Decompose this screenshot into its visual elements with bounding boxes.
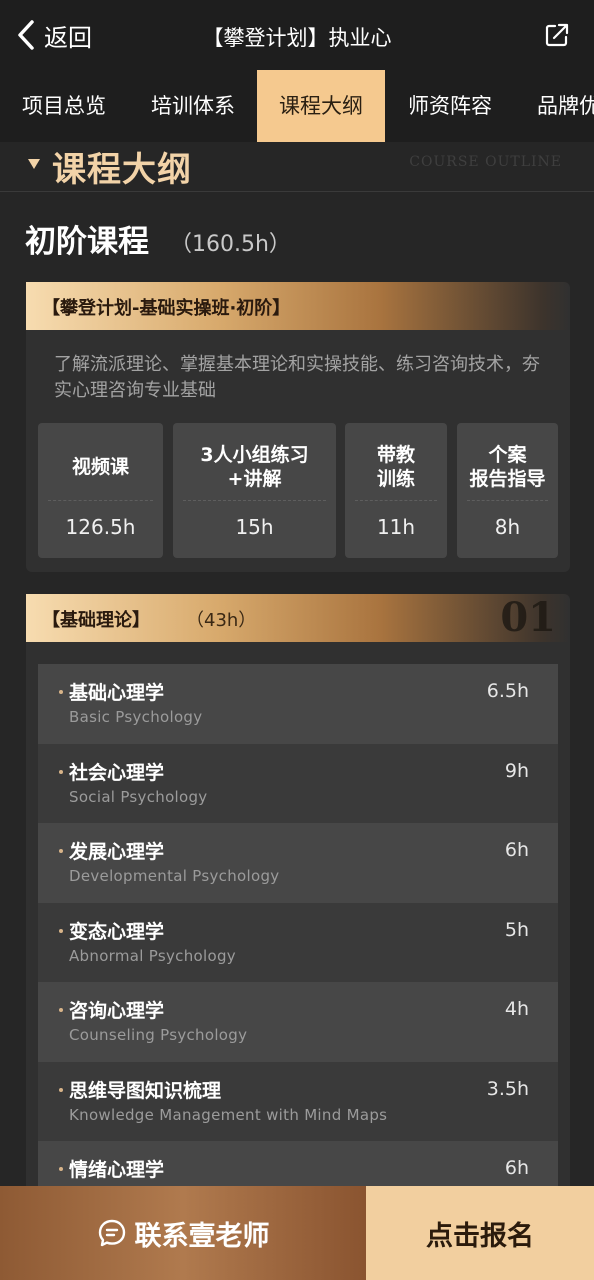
contact-teacher-button[interactable]: 联系壹老师 [0, 1186, 366, 1280]
item-subtitle: Social Psychology [69, 787, 208, 806]
course-band: 【攀登计划-基础实操班·初阶】 [26, 282, 570, 330]
item-hours: 9h [504, 759, 529, 782]
item-title: 基础心理学 [69, 682, 165, 704]
stat-label: 个案 报告指导 [469, 444, 546, 490]
bottom-action-bar: 联系壹老师 点击报名 [0, 1186, 594, 1280]
item-subtitle: Abnormal Psychology [69, 946, 236, 965]
bullet-icon [59, 690, 63, 694]
stat-value: 8h [494, 515, 521, 539]
course-list: 基础心理学 Basic Psychology 6.5h 社会心理学 Social… [38, 664, 558, 1221]
stat-value: 15h [235, 515, 274, 539]
item-title: 发展心理学 [69, 841, 165, 863]
tab-faculty[interactable]: 师资阵容 [386, 70, 514, 142]
chat-bubble-icon [98, 1219, 125, 1247]
bullet-icon [59, 849, 63, 853]
tab-brand[interactable]: 品牌优 [515, 70, 594, 142]
item-hours: 3.5h [486, 1077, 529, 1100]
triangle-down-icon [28, 159, 40, 169]
list-item[interactable]: 基础心理学 Basic Psychology 6.5h [38, 664, 558, 744]
item-title: 咨询心理学 [69, 1000, 165, 1022]
stat-case-report: 个案 报告指导 8h [457, 423, 558, 558]
tab-training-system[interactable]: 培训体系 [129, 70, 257, 142]
list-item[interactable]: 发展心理学 Developmental Psychology 6h [38, 823, 558, 903]
list-item[interactable]: 变态心理学 Abnormal Psychology 5h [38, 902, 558, 982]
list-item[interactable]: 社会心理学 Social Psychology 9h [38, 743, 558, 823]
section-header: 课程大纲 COURSE OUTLINE [0, 142, 594, 192]
item-hours: 5h [504, 918, 529, 941]
stat-mentoring: 带教 训练 11h [345, 423, 447, 558]
module-title: 【基础理论】 [42, 610, 150, 631]
tab-course-outline[interactable]: 课程大纲 [257, 70, 385, 142]
item-hours: 4h [504, 998, 529, 1020]
share-icon[interactable] [544, 22, 570, 48]
section-watermark: COURSE OUTLINE [409, 154, 562, 170]
bullet-icon [59, 1008, 63, 1012]
bullet-icon [59, 1167, 63, 1171]
tab-bar: 项目总览 培训体系 课程大纲 师资阵容 品牌优 [0, 70, 594, 142]
item-subtitle: Developmental Psychology [69, 867, 280, 885]
module-band: 【基础理论】 （43h） 01 [26, 594, 570, 642]
list-item[interactable]: 咨询心理学 Counseling Psychology 4h [38, 982, 558, 1062]
item-title: 社会心理学 [69, 761, 165, 784]
item-subtitle: Basic Psychology [69, 708, 203, 726]
stat-label: 3人小组练习 +讲解 [200, 444, 309, 490]
signup-label: 点击报名 [426, 1220, 534, 1252]
item-hours: 6.5h [486, 680, 529, 702]
course-description: 了解流派理论、掌握基本理论和实操技能、练习咨询技术，夯实心理咨询专业基础 [54, 354, 540, 401]
item-subtitle: Knowledge Management with Mind Maps [69, 1105, 388, 1124]
stat-value: 11h [376, 515, 416, 539]
item-title: 思维导图知识梳理 [69, 1079, 222, 1102]
bullet-icon [59, 769, 63, 774]
item-hours: 6h [504, 1157, 529, 1179]
module-number: 01 [500, 594, 556, 641]
stat-value: 126.5h [65, 515, 136, 539]
stat-label: 视频课 [71, 456, 129, 478]
top-bar: 返回 【攀登计划】执业心 [0, 0, 594, 70]
stat-group-practice: 3人小组练习 +讲解 15h [173, 423, 336, 558]
stat-video: 视频课 126.5h [38, 423, 163, 558]
item-subtitle: Counseling Psychology [69, 1026, 248, 1044]
stat-divider [48, 500, 153, 501]
stat-divider [355, 500, 437, 501]
stat-label: 带教 训练 [376, 444, 415, 490]
bullet-icon [59, 928, 63, 933]
contact-label: 联系壹老师 [134, 1220, 270, 1252]
page-title: 【攀登计划】执业心 [202, 26, 392, 50]
tab-overview[interactable]: 项目总览 [0, 70, 128, 142]
section-title: 课程大纲 [52, 150, 192, 190]
course-band-title: 【攀登计划-基础实操班·初阶】 [42, 298, 291, 319]
module-hours: （43h） [186, 610, 257, 631]
list-item[interactable]: 思维导图知识梳理 Knowledge Management with Mind … [38, 1061, 558, 1141]
item-title: 情绪心理学 [69, 1159, 165, 1181]
item-hours: 6h [504, 839, 529, 861]
level-title: 初阶课程 [25, 224, 149, 260]
signup-button[interactable]: 点击报名 [366, 1186, 594, 1280]
level-hours: （160.5h） [170, 232, 291, 257]
item-title: 变态心理学 [69, 920, 165, 943]
stat-divider [467, 500, 548, 501]
stat-divider [183, 500, 326, 501]
bullet-icon [59, 1087, 63, 1092]
